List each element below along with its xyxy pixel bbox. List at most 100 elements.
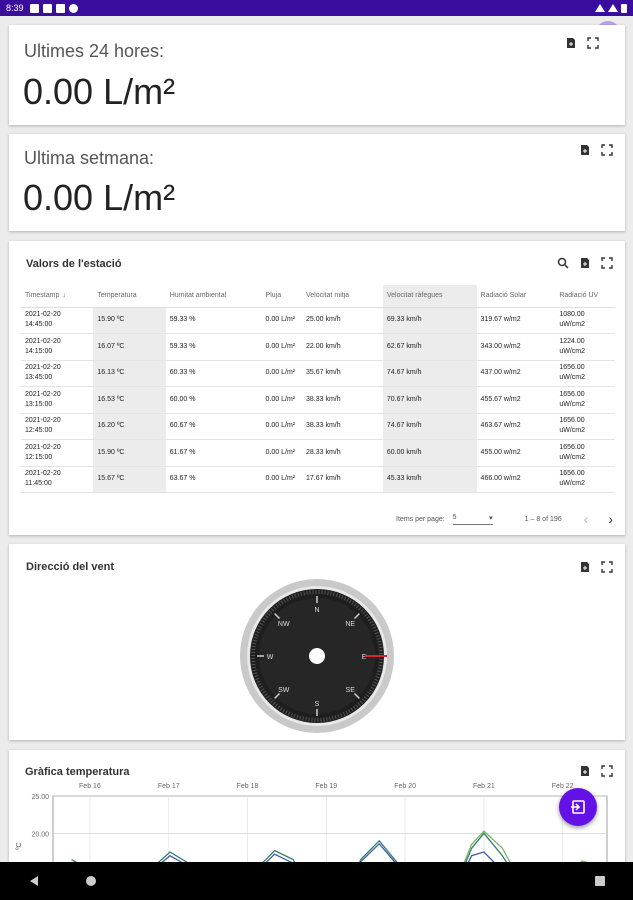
temperature-chart-card: Gràfica temperatura 25.0020.0015.0010.00… xyxy=(9,750,625,870)
plot-area xyxy=(52,795,608,870)
temperature-line-chart: 25.0020.0015.0010.00Feb 16Feb 17Feb 18Fe… xyxy=(16,783,608,870)
y-axis-label: ºC xyxy=(16,842,23,850)
table-cell: 1224.00 uW/cm2 xyxy=(555,333,615,361)
table-cell: 2021-02-20 12:45:00 xyxy=(21,413,94,440)
table-cell: 15.67 ºC xyxy=(93,466,166,493)
export-file-icon[interactable] xyxy=(579,144,591,156)
table-cell: 28.33 km/h xyxy=(301,439,383,467)
x-tick-label: Feb 17 xyxy=(158,783,180,790)
fullscreen-icon[interactable] xyxy=(601,561,613,573)
table-cell: 16.20 ºC xyxy=(93,413,166,440)
export-file-icon[interactable] xyxy=(579,561,591,573)
back-icon[interactable] xyxy=(30,876,38,886)
table-cell: 455.00 w/m2 xyxy=(476,439,556,467)
column-header[interactable]: Velocitat ràfegues xyxy=(382,285,477,308)
recent-apps-icon[interactable] xyxy=(595,876,605,886)
export-file-icon[interactable] xyxy=(565,37,577,49)
sort-arrow-icon: ↓ xyxy=(62,292,66,300)
table-cell: 16.53 ºC xyxy=(93,386,166,414)
table-row: 2021-02-20 14:15:00 16.07 ºC 59.33 % 0.00 L… xyxy=(21,333,615,361)
table-cell: 60.67 % xyxy=(165,413,262,440)
fullscreen-icon[interactable] xyxy=(587,37,599,49)
column-header[interactable]: Radiació UV xyxy=(555,285,615,308)
search-icon[interactable] xyxy=(557,257,569,269)
column-header[interactable]: Pluja xyxy=(261,285,302,308)
table-cell: 60.33 % xyxy=(165,360,262,387)
table-cell: 466.00 w/m2 xyxy=(476,466,556,493)
wind-compass: N NE E SE S SW W NW xyxy=(239,578,395,734)
dropdown-arrow-icon: ▾ xyxy=(489,514,493,522)
column-header[interactable]: Humitat ambiental xyxy=(165,285,262,308)
table-cell: 1656.00 uW/cm2 xyxy=(555,386,615,414)
table-cell: 1080.00 uW/cm2 xyxy=(555,307,615,334)
table-cell: 61.67 % xyxy=(165,439,262,467)
column-header[interactable]: Velocitat mitja xyxy=(301,285,383,308)
table-cell: 16.13 ºC xyxy=(93,360,166,387)
column-header-label: Temperatura xyxy=(97,292,137,300)
card-actions xyxy=(557,257,613,269)
table-cell: 463.67 w/m2 xyxy=(476,413,556,440)
x-tick-label: Feb 19 xyxy=(315,783,337,790)
column-header-label: Pluja xyxy=(265,292,282,300)
notification-icon xyxy=(55,3,65,13)
page-range: 1 – 8 of 196 xyxy=(524,515,562,523)
x-tick-label: Feb 21 xyxy=(473,783,495,790)
paginator: Items per page: 5 ▾ 1 – 8 of 196 ‹ › xyxy=(396,511,613,527)
column-header-label: Radiació Solar xyxy=(480,292,527,300)
card-title: Valors de l'estació xyxy=(26,258,122,270)
column-header-label: Velocitat mitja xyxy=(305,292,350,300)
table-cell: 319.67 w/m2 xyxy=(476,307,556,334)
table-cell: 437.00 w/m2 xyxy=(476,360,556,387)
column-header-label: Timestamp xyxy=(25,292,60,300)
stat-value: 0.00 L/m² xyxy=(23,71,176,112)
notification-icon xyxy=(68,3,78,13)
table-cell: 17.67 km/h xyxy=(301,466,383,493)
system-navigation-bar xyxy=(0,862,633,900)
export-file-icon[interactable] xyxy=(579,257,591,269)
station-table: Timestamp ↓ Temperatura Humitat ambiental Pl… xyxy=(21,285,615,493)
table-cell: 0.00 L/m² xyxy=(261,439,302,467)
table-cell: 16.07 ºC xyxy=(93,333,166,361)
table-row: 2021-02-20 12:45:00 16.20 ºC 60.67 % 0.00 L… xyxy=(21,413,615,440)
table-row: 2021-02-20 13:45:00 16.13 ºC 60.33 % 0.00 L… xyxy=(21,360,615,387)
wind-direction-card: Direcció del vent N NE E SE S SW W NW xyxy=(9,544,625,740)
card-actions xyxy=(579,561,613,573)
table-cell: 0.00 L/m² xyxy=(261,413,302,440)
home-icon[interactable] xyxy=(86,876,96,886)
table-cell: 1656.00 uW/cm2 xyxy=(555,360,615,387)
notification-icon xyxy=(29,3,39,13)
stat-label: Ultimes 24 hores: xyxy=(24,41,165,61)
previous-page-button[interactable]: ‹ xyxy=(584,511,589,527)
table-cell: 0.00 L/m² xyxy=(261,333,302,361)
table-cell: 35.67 km/h xyxy=(301,360,383,387)
compass-label: NE xyxy=(345,621,355,628)
login-fab-button[interactable] xyxy=(559,788,597,826)
table-cell: 2021-02-20 12:15:00 xyxy=(21,439,94,467)
notification-icons xyxy=(29,3,78,13)
table-cell: 60.00 km/h xyxy=(382,439,477,467)
fullscreen-icon[interactable] xyxy=(601,257,613,269)
table-cell: 2021-02-20 11:45:00 xyxy=(21,466,94,493)
items-per-page-label: Items per page: xyxy=(396,515,445,523)
table-cell: 74.67 km/h xyxy=(382,360,477,387)
fullscreen-icon[interactable] xyxy=(601,144,613,156)
items-per-page-select[interactable]: 5 ▾ xyxy=(452,514,493,525)
compass-label: SW xyxy=(278,687,290,694)
table-cell: 2021-02-20 13:45:00 xyxy=(21,360,94,387)
compass-label: W xyxy=(267,654,274,661)
table-cell: 38.33 km/h xyxy=(301,386,383,414)
compass-dial: NNEESESSWWNW xyxy=(240,579,394,733)
stat-value: 0.00 L/m² xyxy=(23,177,176,218)
column-header[interactable]: Radiació Solar xyxy=(476,285,556,308)
compass-label: S xyxy=(315,701,320,708)
next-page-button[interactable]: › xyxy=(608,511,613,527)
column-header[interactable]: Temperatura xyxy=(93,285,166,308)
table-cell: 62.67 km/h xyxy=(382,333,477,361)
stat-card-24h: Ultimes 24 hores: 0.00 L/m² xyxy=(9,25,625,125)
table-row: 2021-02-20 11:45:00 15.67 ºC 63.67 % 0.00 L… xyxy=(21,466,615,493)
column-header[interactable]: Timestamp ↓ xyxy=(21,285,94,308)
table-cell: 0.00 L/m² xyxy=(261,307,302,334)
table-cell: 45.33 km/h xyxy=(382,466,477,493)
notification-icon xyxy=(42,3,52,13)
card-actions xyxy=(579,144,613,156)
